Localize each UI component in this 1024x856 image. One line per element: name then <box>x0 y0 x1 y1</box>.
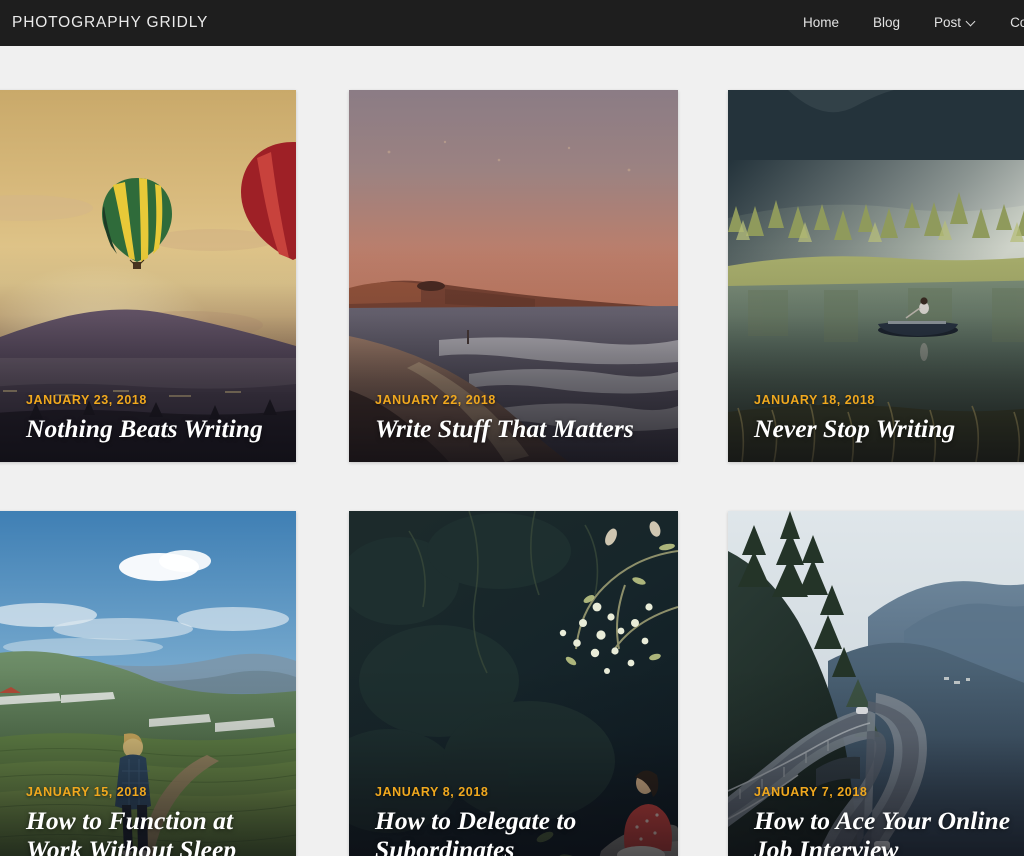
post-title[interactable]: Nothing Beats Writing <box>26 414 270 444</box>
post-title[interactable]: How to Delegate to Subordinates <box>375 806 652 856</box>
nav-item-contact[interactable]: Contact <box>993 0 1024 46</box>
main-navigation: Home Blog Post Contact <box>786 0 1024 46</box>
nav-item-label: Home <box>803 15 840 30</box>
nav-item-label: Contact <box>1010 15 1024 30</box>
nav-item-post[interactable]: Post <box>917 0 993 46</box>
post-card-body: JANUARY 23, 2018 Nothing Beats Writing <box>0 393 296 462</box>
post-card-body: JANUARY 15, 2018 How to Function at Work… <box>0 785 296 856</box>
nav-item-home[interactable]: Home <box>786 0 856 46</box>
post-title[interactable]: How to Ace Your Online Job Interview <box>754 806 1024 856</box>
post-card-body: JANUARY 7, 2018 How to Ace Your Online J… <box>728 785 1024 856</box>
post-card-body: JANUARY 22, 2018 Write Stuff That Matter… <box>349 393 678 462</box>
post-date: JANUARY 15, 2018 <box>26 784 147 799</box>
post-card-body: JANUARY 8, 2018 How to Delegate to Subor… <box>349 785 678 856</box>
post-title[interactable]: Never Stop Writing <box>754 414 1024 444</box>
post-title[interactable]: How to Function at Work Without Sleep <box>26 806 270 856</box>
post-card[interactable]: JANUARY 18, 2018 Never Stop Writing <box>728 90 1024 462</box>
post-card[interactable]: JANUARY 7, 2018 How to Ace Your Online J… <box>728 511 1024 856</box>
site-header: PHOTOGRAPHY GRIDLY Home Blog Post Contac… <box>0 0 1024 46</box>
post-card[interactable]: JANUARY 8, 2018 How to Delegate to Subor… <box>349 511 678 856</box>
nav-item-blog[interactable]: Blog <box>856 0 917 46</box>
post-date: JANUARY 7, 2018 <box>754 784 868 799</box>
post-date: JANUARY 23, 2018 <box>26 393 147 408</box>
nav-item-label: Blog <box>873 15 901 30</box>
post-card-body: JANUARY 18, 2018 Never Stop Writing <box>728 393 1024 462</box>
post-card-grid: JANUARY 23, 2018 Nothing Beats Writing J… <box>0 46 1024 856</box>
post-date: JANUARY 8, 2018 <box>375 784 489 799</box>
post-card[interactable]: JANUARY 15, 2018 How to Function at Work… <box>0 511 296 856</box>
post-title[interactable]: Write Stuff That Matters <box>375 414 652 444</box>
post-card[interactable]: JANUARY 23, 2018 Nothing Beats Writing <box>0 90 296 462</box>
chevron-down-icon <box>967 17 976 26</box>
post-date: JANUARY 22, 2018 <box>375 393 496 408</box>
post-card[interactable]: JANUARY 22, 2018 Write Stuff That Matter… <box>349 90 678 462</box>
nav-item-label: Post <box>934 15 962 30</box>
site-logo[interactable]: PHOTOGRAPHY GRIDLY <box>12 14 208 32</box>
post-date: JANUARY 18, 2018 <box>754 393 875 408</box>
